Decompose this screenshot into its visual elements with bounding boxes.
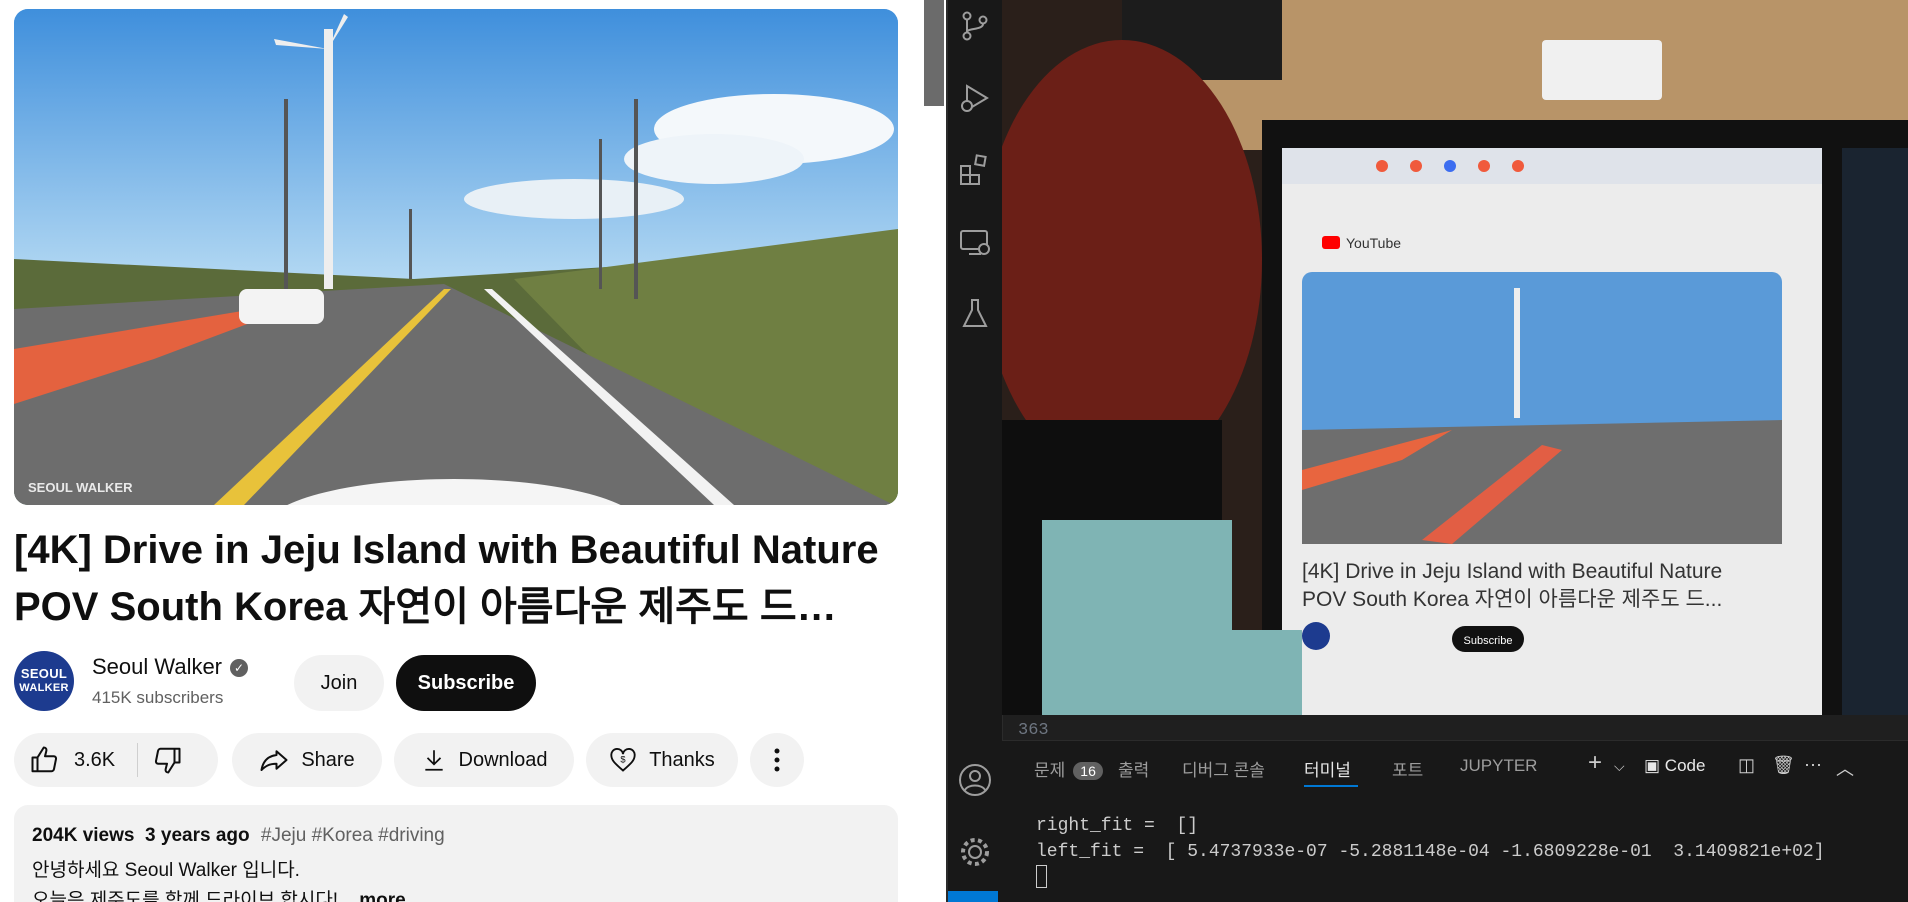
avatar-text-2: WALKER bbox=[19, 682, 69, 694]
tab-terminal[interactable]: 터미널 bbox=[1304, 756, 1351, 781]
more-horizontal-icon[interactable]: ⋯ bbox=[1804, 755, 1822, 776]
channel-avatar[interactable]: SEOUL WALKER bbox=[14, 651, 74, 711]
like-dislike-group: 3.6K bbox=[14, 733, 218, 787]
chevron-up-icon[interactable]: ︿ bbox=[1836, 755, 1854, 781]
more-vertical-icon bbox=[774, 748, 780, 772]
upload-age: 3 years ago bbox=[145, 825, 250, 846]
like-count[interactable]: 3.6K bbox=[74, 749, 115, 772]
avatar-text-1: SEOUL bbox=[20, 666, 68, 681]
thumbs-up-icon[interactable] bbox=[30, 745, 60, 775]
trash-icon[interactable]: 🗑 bbox=[1772, 755, 1795, 776]
share-label: Share bbox=[301, 748, 355, 771]
thanks-label: Thanks bbox=[649, 748, 715, 771]
share-icon bbox=[260, 750, 288, 771]
terminal-line-1: right_fit = [] bbox=[1036, 816, 1199, 836]
join-button[interactable]: Join bbox=[294, 655, 384, 711]
camera-scene: YouTube [4K] Drive in Jeju Island with B… bbox=[1002, 0, 1908, 715]
testing-flask-icon[interactable] bbox=[957, 296, 993, 332]
video-title-line2: POV South Korea 자연이 아름다운 제주도 드… bbox=[14, 585, 837, 629]
channel-name-wrap[interactable]: Seoul Walker ✓ bbox=[92, 654, 249, 680]
video-title-line1: [4K] Drive in Jeju Island with Beautiful… bbox=[14, 528, 879, 572]
channel-name[interactable]: Seoul Walker bbox=[92, 654, 222, 679]
action-bar: 3.6K Share Download $ Thanks bbox=[14, 733, 914, 787]
remote-explorer-icon[interactable] bbox=[957, 224, 993, 260]
terminal-cursor-line bbox=[1036, 865, 1825, 893]
terminal-cursor bbox=[1036, 865, 1047, 888]
download-label: Download bbox=[458, 748, 548, 771]
hashtags[interactable]: #Jeju #Korea #driving bbox=[261, 825, 445, 846]
download-button[interactable]: Download bbox=[394, 733, 574, 787]
split-terminal-icon[interactable]: ◫ bbox=[1738, 755, 1755, 776]
tab-problems[interactable]: 문제 16 bbox=[1034, 756, 1103, 781]
tab-debug-console[interactable]: 디버그 콘솔 bbox=[1182, 756, 1265, 781]
tab-ports[interactable]: 포트 bbox=[1392, 756, 1423, 781]
description-meta: 204K views 3 years ago #Jeju #Korea #dri… bbox=[32, 825, 445, 847]
tab-output[interactable]: 출력 bbox=[1118, 756, 1149, 781]
channel-row: SEOUL WALKER Seoul Walker ✓ 415K subscrib… bbox=[14, 650, 914, 712]
terminal-line-2: left_fit = [ 5.4737933e-07 -5.2881148e-0… bbox=[1036, 842, 1825, 862]
terminal-output[interactable]: right_fit = [] left_fit = [ 5.4737933e-07… bbox=[1036, 813, 1825, 893]
heart-dollar-icon: $ bbox=[610, 747, 636, 772]
vscode-window: YouTube [4K] Drive in Jeju Island with B… bbox=[948, 0, 1908, 902]
thanks-button[interactable]: $ Thanks bbox=[586, 733, 738, 787]
source-control-icon[interactable] bbox=[957, 8, 993, 44]
extensions-icon[interactable] bbox=[957, 152, 993, 188]
subscribe-button[interactable]: Subscribe bbox=[396, 655, 536, 711]
video-player[interactable]: SEOUL WALKER bbox=[14, 9, 898, 505]
editor-line-number: 363 bbox=[1018, 721, 1049, 740]
view-count: 204K views bbox=[32, 825, 135, 846]
more-actions-button[interactable] bbox=[750, 733, 804, 787]
youtube-watch-page: SEOUL WALKER [4K] Drive in Jeju Island w… bbox=[0, 0, 948, 902]
description-line-1: 안녕하세요 Seoul Walker 입니다. bbox=[32, 860, 300, 881]
camera-feed-image: YouTube [4K] Drive in Jeju Island with B… bbox=[1002, 0, 1908, 715]
inner-youtube-logo: YouTube bbox=[1346, 235, 1401, 251]
inner-title-line2: POV South Korea 자연이 아름다운 제주도 드... bbox=[1302, 588, 1722, 611]
description-line-2-text: 오늘은 제주도를 함께 드라이브 합시다! bbox=[32, 890, 344, 902]
share-button[interactable]: Share bbox=[232, 733, 382, 787]
status-bar bbox=[948, 891, 1908, 902]
show-more-link[interactable]: ...more bbox=[343, 890, 405, 902]
svg-text:$: $ bbox=[621, 754, 627, 764]
inner-title-line1: [4K] Drive in Jeju Island with Beautiful… bbox=[1302, 560, 1722, 583]
description-line-2: 오늘은 제주도를 함께 드라이브 합시다! ...more bbox=[32, 885, 406, 902]
verified-check-icon: ✓ bbox=[230, 659, 249, 677]
subscriber-count: 415K subscribers bbox=[92, 688, 224, 707]
terminal-shell-label: Code bbox=[1664, 756, 1706, 775]
inner-subscribe: Subscribe bbox=[1464, 635, 1513, 647]
page-scrollbar-thumb[interactable] bbox=[924, 0, 944, 106]
video-frame bbox=[14, 9, 898, 505]
run-debug-icon[interactable] bbox=[957, 80, 993, 116]
video-watermark: SEOUL WALKER bbox=[28, 480, 133, 495]
tab-jupyter[interactable]: JUPYTER bbox=[1460, 756, 1537, 776]
terminal-selector[interactable]: ▣ Code bbox=[1644, 756, 1705, 776]
bottom-panel: 문제 16 출력 디버그 콘솔 터미널 포트 JUPYTER + ⌵ ▣ Code… bbox=[1002, 740, 1908, 902]
active-tab-indicator bbox=[1304, 785, 1358, 787]
panel-tabs: 문제 16 출력 디버그 콘솔 터미널 포트 JUPYTER + ⌵ ▣ Code… bbox=[1002, 741, 1908, 791]
settings-gear-icon[interactable] bbox=[957, 834, 993, 870]
chevron-down-icon[interactable]: ⌵ bbox=[1614, 758, 1625, 775]
like-divider bbox=[137, 743, 139, 777]
tab-problems-label: 문제 bbox=[1034, 761, 1066, 780]
problems-count-badge: 16 bbox=[1073, 762, 1103, 780]
terminal-shell-icon: ▣ bbox=[1644, 756, 1661, 775]
description-box[interactable]: 204K views 3 years ago #Jeju #Korea #dri… bbox=[14, 805, 898, 902]
video-title: [4K] Drive in Jeju Island with Beautiful… bbox=[14, 522, 894, 636]
new-terminal-plus-icon[interactable]: + bbox=[1588, 749, 1602, 777]
remote-indicator-button[interactable] bbox=[948, 891, 998, 902]
thumbs-down-icon[interactable] bbox=[152, 745, 182, 775]
account-icon[interactable] bbox=[957, 762, 993, 798]
activity-bar bbox=[948, 0, 1003, 902]
download-icon bbox=[424, 750, 443, 771]
